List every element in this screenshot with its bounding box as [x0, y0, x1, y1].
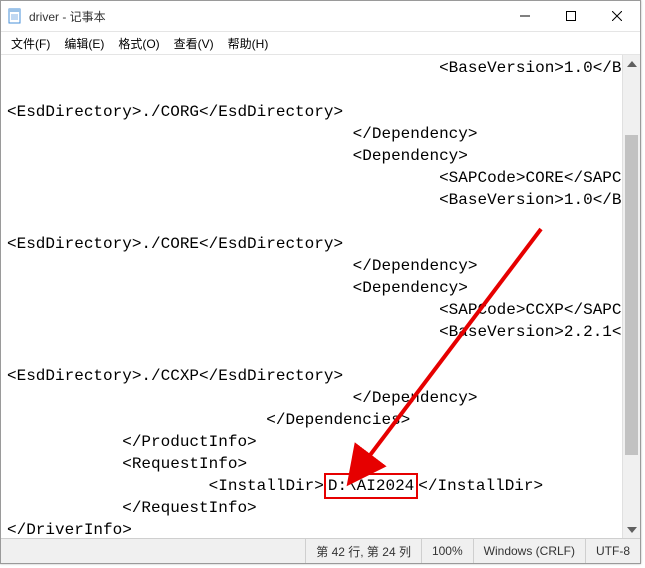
window-controls [502, 1, 640, 31]
menu-help[interactable]: 帮助(H) [222, 33, 275, 54]
status-zoom: 100% [421, 539, 473, 563]
minimize-button[interactable] [502, 1, 548, 31]
status-line-ending: Windows (CRLF) [473, 539, 585, 563]
notepad-window: driver - 记事本 文件(F) 编辑(E) 格式(O) 查看(V) 帮助(… [0, 0, 641, 564]
highlight-install-dir: D:\AI2024 [324, 473, 418, 499]
menu-format[interactable]: 格式(O) [112, 33, 165, 54]
vertical-scrollbar[interactable] [622, 55, 640, 538]
notepad-icon [7, 8, 23, 24]
content-area: <BaseVersion>1.0</BaseVersion> <EsdDirec… [1, 55, 640, 538]
status-encoding: UTF-8 [585, 539, 640, 563]
window-title: driver - 记事本 [29, 8, 106, 25]
close-button[interactable] [594, 1, 640, 31]
menu-file[interactable]: 文件(F) [5, 33, 56, 54]
menubar: 文件(F) 编辑(E) 格式(O) 查看(V) 帮助(H) [1, 32, 640, 55]
menu-view[interactable]: 查看(V) [168, 33, 220, 54]
maximize-button[interactable] [548, 1, 594, 31]
scroll-down-button[interactable] [623, 521, 640, 538]
statusbar: 第 42 行, 第 24 列 100% Windows (CRLF) UTF-8 [1, 538, 640, 563]
scroll-thumb[interactable] [625, 135, 638, 455]
titlebar: driver - 记事本 [1, 1, 640, 32]
scroll-up-button[interactable] [623, 55, 640, 72]
text-editor[interactable]: <BaseVersion>1.0</BaseVersion> <EsdDirec… [1, 55, 622, 538]
status-position: 第 42 行, 第 24 列 [305, 539, 421, 563]
titlebar-left: driver - 记事本 [1, 8, 106, 25]
menu-edit[interactable]: 编辑(E) [58, 33, 110, 54]
